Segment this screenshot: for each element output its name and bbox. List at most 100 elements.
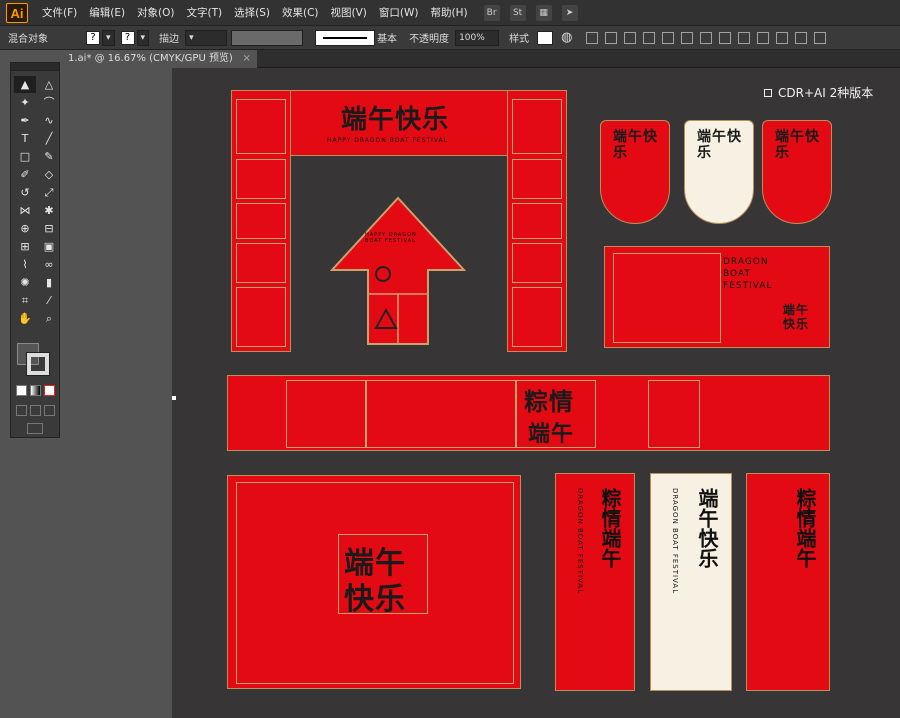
menu-window[interactable]: 窗口(W) [373,5,425,20]
magic-wand-tool-icon[interactable]: ✦ [14,94,36,111]
horizontal-card[interactable]: DRAGON BOAT FESTIVAL 端午快乐 [604,246,830,348]
mesh-tool-icon[interactable]: ⊞ [14,238,36,255]
perspective-grid-tool-icon[interactable]: ⊟ [38,220,60,237]
graphic-style-swatch[interactable] [537,30,554,45]
selection-handle[interactable] [172,396,176,400]
lasso-tool-icon[interactable]: ⌒ [38,94,60,111]
badge-middle-title: 端午快乐 [697,129,742,161]
fill-stroke-selector[interactable] [17,343,53,379]
style-label[interactable]: 样式 [501,30,533,45]
badge-middle[interactable]: 端午快乐 [684,120,754,224]
variable-width-field[interactable] [231,29,304,46]
artboard-tool-icon[interactable]: ⌗ [14,292,36,309]
scale-tool-icon[interactable]: ⤢ [38,184,60,201]
badge-left[interactable]: 端午快乐 [600,120,670,224]
stroke-label[interactable]: 描边 [151,30,183,45]
color-mode-icon[interactable] [16,385,27,396]
curvature-tool-icon[interactable]: ∿ [38,112,60,129]
recolor-icon[interactable]: ◍ [553,30,576,45]
slice-tool-icon[interactable]: ⁄ [38,292,60,309]
direct-selection-tool-icon[interactable]: △ [38,76,60,93]
panel-grip[interactable] [11,63,59,71]
distribute-top-icon[interactable] [757,31,770,44]
draw-behind-icon[interactable] [30,405,41,416]
rotate-tool-icon[interactable]: ↺ [14,184,36,201]
vertical-banner-middle[interactable]: 端午快乐 DRAGON BOAT FESTIVAL [650,473,732,691]
distribute-bottom-icon[interactable] [795,31,808,44]
shaper-tool-icon[interactable]: ✐ [14,166,36,183]
pen-tool-icon[interactable]: ✒ [14,112,36,129]
sync-icon[interactable]: ➤ [561,4,578,21]
stroke-weight-field[interactable]: ▾ [185,29,228,46]
workspace-icon[interactable]: ▦ [535,4,552,21]
paintbrush-tool-icon[interactable]: ✎ [38,148,60,165]
arch-right-pillar[interactable] [507,90,567,352]
fill-dropdown[interactable]: ▾ [102,29,115,46]
stroke-style[interactable]: 基本 [375,30,401,45]
menu-type[interactable]: 文字(T) [181,5,229,20]
draw-normal-icon[interactable] [16,405,27,416]
large-poster[interactable]: 端午 快乐 [227,475,521,689]
column-graph-tool-icon[interactable]: ▮ [38,274,60,291]
menu-help[interactable]: 帮助(H) [425,5,474,20]
distribute-center-icon[interactable] [719,31,732,44]
menu-view[interactable]: 视图(V) [325,5,373,20]
hand-tool-icon[interactable]: ✋ [14,310,36,327]
arch-subtitle: HAPPY DRAGON BOAT FESTIVAL [327,137,449,144]
badge-right[interactable]: 端午快乐 [762,120,832,224]
menu-object[interactable]: 对象(O) [131,5,180,20]
type-tool-icon[interactable]: T [14,130,36,147]
arch-top-banner[interactable]: 端午快乐 HAPPY DRAGON BOAT FESTIVAL [290,90,508,156]
zoom-tool-icon[interactable]: ⌕ [38,310,60,327]
distribute-right-icon[interactable] [738,31,751,44]
menu-edit[interactable]: 编辑(E) [83,5,131,20]
line-tool-icon[interactable]: ╱ [38,130,60,147]
symbol-sprayer-tool-icon[interactable]: ✺ [14,274,36,291]
arrow-sign[interactable] [328,194,468,348]
bridge-icon[interactable]: Br [483,4,500,21]
menu-effect[interactable]: 效果(C) [276,5,325,20]
arch-left-pillar[interactable] [231,90,291,352]
menu-select[interactable]: 选择(S) [228,5,276,20]
selection-tool-icon[interactable]: ▲ [14,76,36,93]
distribute-left-icon[interactable] [700,31,713,44]
eraser-tool-icon[interactable]: ◇ [38,166,60,183]
vertical-banner-right[interactable]: 粽情端午 [746,473,830,691]
vertical-banner-right-title: 粽情端午 [793,488,817,568]
transform-icon[interactable] [814,31,827,44]
fill-swatch[interactable]: ? [86,30,100,45]
align-left-icon[interactable] [586,31,599,44]
stroke-swatch[interactable]: ? [120,30,135,45]
none-mode-icon[interactable] [44,385,55,396]
gradient-mode-icon[interactable] [30,385,41,396]
brush-definition[interactable] [315,29,376,46]
screen-mode-icon[interactable] [27,423,43,434]
horizontal-banner[interactable]: 粽情 端午 [227,375,830,451]
gradient-tool-icon[interactable]: ▣ [38,238,60,255]
eyedropper-tool-icon[interactable]: ⌇ [14,256,36,273]
opacity-label[interactable]: 不透明度 [401,30,453,45]
align-top-icon[interactable] [643,31,656,44]
align-center-icon[interactable] [605,31,618,44]
fan-pattern [236,243,286,283]
stroke-box[interactable] [27,353,49,375]
vertical-banner-left[interactable]: 粽情端午 DRAGON BOAT FESTIVAL [555,473,635,691]
draw-inside-icon[interactable] [44,405,55,416]
blend-tool-icon[interactable]: ∞ [38,256,60,273]
align-middle-icon[interactable] [662,31,675,44]
distribute-middle-icon[interactable] [776,31,789,44]
opacity-field[interactable]: 100% [455,29,500,46]
shape-builder-tool-icon[interactable]: ⊕ [14,220,36,237]
menu-file[interactable]: 文件(F) [36,5,83,20]
stroke-dropdown[interactable]: ▾ [136,29,150,46]
rectangle-tool-icon[interactable]: □ [14,148,36,165]
puppet-warp-tool-icon[interactable]: ✱ [38,202,60,219]
stock-icon[interactable]: St [509,4,526,21]
illustrator-logo: Ai [6,2,28,23]
align-right-icon[interactable] [624,31,637,44]
align-bottom-icon[interactable] [681,31,694,44]
width-tool-icon[interactable]: ⋈ [14,202,36,219]
close-icon[interactable]: × [242,50,250,68]
document-tab[interactable]: 1.ai* @ 16.67% (CMYK/GPU 预览) × [60,50,257,68]
vertical-banner-middle-title: 端午快乐 [695,488,719,568]
